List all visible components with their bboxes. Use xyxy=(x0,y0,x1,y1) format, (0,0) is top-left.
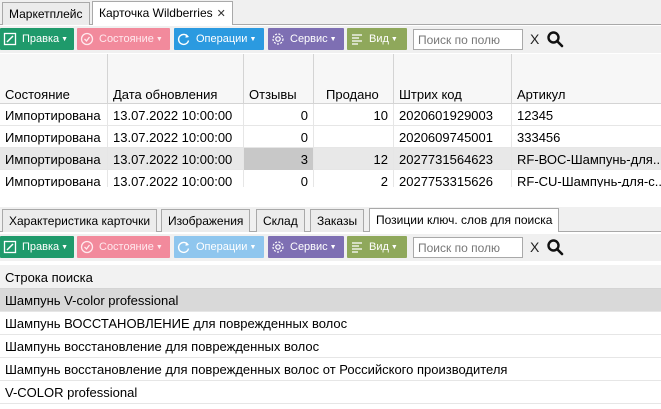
cell-reviews-focused[interactable]: 3 xyxy=(244,148,314,170)
state-button[interactable]: Состояние ▼ xyxy=(77,28,170,50)
search-input[interactable] xyxy=(413,237,523,258)
chevron-down-icon: ▼ xyxy=(329,243,337,251)
search-icon[interactable] xyxy=(546,30,564,48)
top-tab-strip: Маркетплейс Карточка Wildberries ✕ xyxy=(0,0,661,25)
chevron-down-icon: ▼ xyxy=(61,35,69,43)
operations-button[interactable]: Операции ▼ xyxy=(174,28,264,50)
tab-label: Характеристика карточки xyxy=(9,214,151,228)
cell-state: Импортирована xyxy=(0,104,108,126)
view-button[interactable]: Вид ▼ xyxy=(347,236,407,258)
state-button[interactable]: Состояние ▼ xyxy=(77,236,170,258)
search-input[interactable] xyxy=(413,29,523,50)
column-header-article[interactable]: Артикул xyxy=(512,54,661,104)
refresh-icon xyxy=(174,236,194,258)
cell-article: 12345 xyxy=(517,108,554,123)
column-header-barcode[interactable]: Штрих код xyxy=(394,54,512,104)
chevron-down-icon: ▼ xyxy=(155,35,163,43)
cell-update-date: 13.07.2022 10:00:00 xyxy=(108,170,244,187)
tab-card-characteristics[interactable]: Характеристика карточки xyxy=(2,209,158,232)
clear-search-button[interactable]: X xyxy=(530,239,539,255)
table-row-selected[interactable]: Импортирована 13.07.2022 10:00:00 3 12 2… xyxy=(0,148,661,170)
table-row[interactable]: Импортирована 13.07.2022 10:00:00 0 2020… xyxy=(0,126,661,148)
operations-button[interactable]: Операции ▼ xyxy=(174,236,264,258)
list-icon xyxy=(347,236,367,258)
cell-state: Импортирована xyxy=(0,170,108,187)
chevron-down-icon: ▼ xyxy=(390,243,398,251)
tab-marketplace[interactable]: Маркетплейс xyxy=(2,2,90,25)
keywords-grid: Строка поиска Шампунь V-color profession… xyxy=(0,265,661,409)
cell-update-date: 13.07.2022 10:00:00 xyxy=(108,104,244,126)
service-button[interactable]: Сервис ▼ xyxy=(268,236,344,258)
check-circle-icon xyxy=(77,28,97,50)
gear-icon xyxy=(268,28,288,50)
tab-label: Изображения xyxy=(168,214,244,228)
refresh-icon xyxy=(174,28,194,50)
tab-orders[interactable]: Заказы xyxy=(310,209,365,232)
tab-search-keywords[interactable]: Позиции ключ. слов для поиска xyxy=(369,208,560,232)
chevron-down-icon: ▼ xyxy=(249,243,257,251)
cell-sold: 12 xyxy=(314,148,394,170)
column-header-update-date[interactable]: Дата обновления xyxy=(108,54,244,104)
detail-tab-strip: Характеристика карточки Изображения Скла… xyxy=(0,207,661,232)
tab-label: Маркетплейс xyxy=(9,7,83,21)
column-header-sold[interactable]: Продано xyxy=(314,54,394,104)
cell-barcode: 2027753315626 xyxy=(394,170,512,187)
tab-label: Склад xyxy=(263,214,298,228)
cell-sold: 2 xyxy=(314,170,394,187)
tab-label: Карточка Wildberries xyxy=(99,6,213,20)
cell-reviews: 0 xyxy=(244,170,314,187)
tab-wildberries-card[interactable]: Карточка Wildberries ✕ xyxy=(92,1,233,25)
tab-label: Заказы xyxy=(317,214,358,228)
cards-grid: Состояние Дата обновления Отзывы Продано… xyxy=(0,54,661,187)
cell-article: 333456 xyxy=(517,130,561,145)
list-item[interactable]: Шампунь восстановление для поврежденных … xyxy=(0,358,661,381)
cell-barcode: 2020609745001 xyxy=(394,126,512,148)
list-item[interactable]: V-COLOR professional xyxy=(0,381,661,404)
clear-search-button[interactable]: X xyxy=(530,31,539,47)
cell-barcode: 2027731564623 xyxy=(394,148,512,170)
column-header-search-string[interactable]: Строка поиска xyxy=(0,265,661,289)
edit-icon xyxy=(0,236,20,258)
cell-barcode: 2020601929003 xyxy=(394,104,512,126)
cell-reviews: 0 xyxy=(244,104,314,126)
close-icon[interactable]: ✕ xyxy=(217,7,226,20)
grid-header: Состояние Дата обновления Отзывы Продано… xyxy=(0,54,661,104)
view-button[interactable]: Вид ▼ xyxy=(347,28,407,50)
cell-reviews: 0 xyxy=(244,126,314,148)
search-icon[interactable] xyxy=(546,238,564,256)
edit-button[interactable]: Правка ▼ xyxy=(0,236,74,258)
chevron-down-icon: ▼ xyxy=(390,35,398,43)
column-header-reviews[interactable]: Отзывы xyxy=(244,54,314,104)
check-circle-icon xyxy=(77,236,97,258)
cell-state: Импортирована xyxy=(0,148,108,170)
cell-article: RF-ВОС-Шампунь-для... xyxy=(517,152,661,167)
list-icon xyxy=(347,28,367,50)
chevron-down-icon: ▼ xyxy=(61,243,69,251)
list-item[interactable]: Шампунь ВОССТАНОВЛЕНИЕ для поврежденных … xyxy=(0,312,661,335)
cell-state: Импортирована xyxy=(0,126,108,148)
tab-label: Позиции ключ. слов для поиска xyxy=(376,213,553,227)
column-header-state[interactable]: Состояние xyxy=(0,54,108,104)
chevron-down-icon: ▼ xyxy=(155,243,163,251)
list-item[interactable]: Шампунь восстановление для поврежденных … xyxy=(0,335,661,358)
table-row[interactable]: Импортирована 13.07.2022 10:00:00 0 10 2… xyxy=(0,104,661,126)
cell-sold: 10 xyxy=(314,104,394,126)
chevron-down-icon: ▼ xyxy=(329,35,337,43)
table-row[interactable]: Импортирована 13.07.2022 10:00:00 0 2 20… xyxy=(0,170,661,187)
tab-stock[interactable]: Склад xyxy=(256,209,305,232)
gear-icon xyxy=(268,236,288,258)
edit-icon xyxy=(0,28,20,50)
service-button[interactable]: Сервис ▼ xyxy=(268,28,344,50)
cell-update-date: 13.07.2022 10:00:00 xyxy=(108,126,244,148)
list-item-selected[interactable]: Шампунь V-color professional xyxy=(0,289,661,312)
tab-images[interactable]: Изображения xyxy=(161,209,251,232)
detail-toolbar: Правка ▼ Состояние ▼ Операции ▼ Сервис ▼ Вид… xyxy=(0,234,661,261)
edit-button[interactable]: Правка ▼ xyxy=(0,28,74,50)
chevron-down-icon: ▼ xyxy=(249,35,257,43)
main-toolbar: Правка ▼ Состояние ▼ Операции ▼ Сервис ▼ Вид… xyxy=(0,26,661,53)
cell-update-date: 13.07.2022 10:00:00 xyxy=(108,148,244,170)
cell-article: RF-CU-Шампунь-для-с... xyxy=(517,174,661,187)
cell-sold xyxy=(314,126,394,148)
